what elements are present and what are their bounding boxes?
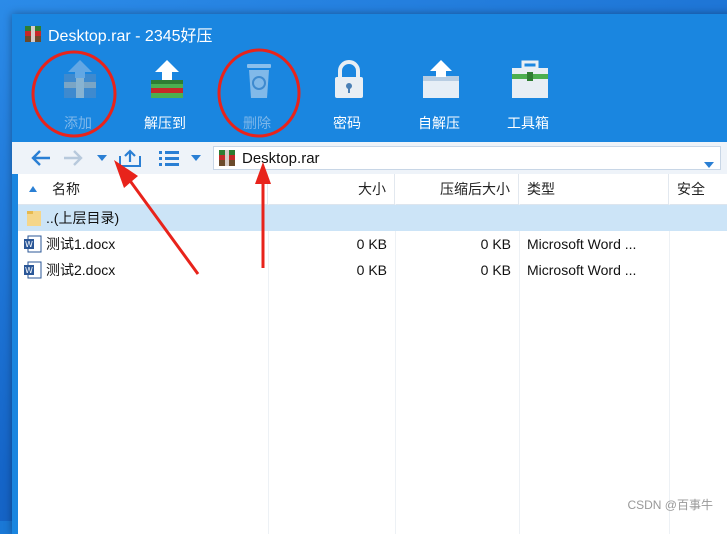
file-packed-size: 0 KB bbox=[480, 262, 511, 278]
self-extract-button[interactable]: 自解压 bbox=[399, 54, 479, 140]
view-list-icon bbox=[159, 151, 179, 166]
column-name[interactable]: 名称 bbox=[18, 174, 268, 204]
password-button[interactable]: 密码 bbox=[307, 54, 387, 140]
word-doc-icon: W bbox=[24, 235, 44, 253]
file-size: 0 KB bbox=[356, 236, 387, 252]
forward-icon bbox=[64, 150, 83, 166]
column-security[interactable]: 安全 bbox=[669, 174, 727, 204]
dropdown-icon bbox=[191, 155, 201, 161]
delete-button[interactable]: 删除 bbox=[217, 54, 297, 140]
toolbar-label: 解压到 bbox=[144, 115, 186, 131]
toolbar-label: 添加 bbox=[64, 115, 92, 131]
column-label: 压缩后大小 bbox=[440, 181, 510, 197]
add-button[interactable]: 添加 bbox=[38, 54, 118, 140]
watermark: CSDN @百事牛 bbox=[627, 498, 713, 512]
column-packed-size[interactable]: 压缩后大小 bbox=[395, 174, 519, 204]
table-row[interactable]: W 测试2.docx 0 KB 0 KB Microsoft Word ... bbox=[18, 257, 727, 283]
archive-icon bbox=[218, 149, 236, 167]
extract-icon bbox=[145, 58, 189, 102]
address-bar: Desktop.rar bbox=[12, 142, 727, 174]
svg-text:W: W bbox=[25, 240, 33, 249]
column-size[interactable]: 大小 bbox=[268, 174, 395, 204]
word-doc-icon: W bbox=[24, 261, 44, 279]
path-text: Desktop.rar bbox=[242, 149, 320, 167]
extract-to-button[interactable]: 解压到 bbox=[125, 54, 205, 140]
view-mode-dropdown[interactable] bbox=[188, 146, 204, 170]
toolbar-label: 工具箱 bbox=[507, 115, 549, 131]
window-title: Desktop.rar - 2345好压 bbox=[48, 28, 213, 45]
file-list-header: 名称 大小 压缩后大小 类型 安全 bbox=[18, 174, 727, 205]
toolbar-label: 删除 bbox=[243, 115, 271, 131]
forward-button[interactable] bbox=[60, 146, 86, 170]
add-archive-icon bbox=[58, 58, 102, 102]
up-folder-button[interactable] bbox=[116, 146, 144, 170]
self-extract-icon bbox=[419, 58, 463, 102]
toolbox-icon bbox=[508, 58, 552, 102]
view-mode-button[interactable] bbox=[156, 146, 182, 170]
column-label: 安全 bbox=[677, 181, 705, 197]
up-folder-icon bbox=[119, 149, 141, 167]
column-label: 大小 bbox=[358, 181, 386, 197]
toolbar-label: 自解压 bbox=[418, 115, 460, 131]
file-type: Microsoft Word ... bbox=[527, 262, 637, 278]
file-list: 名称 大小 压缩后大小 类型 安全 ..(上层目录) W 测试1.docx 0 … bbox=[18, 174, 727, 534]
title-bar: Desktop.rar - 2345好压 bbox=[12, 14, 727, 54]
toolbar-label: 密码 bbox=[333, 115, 361, 131]
svg-text:W: W bbox=[25, 266, 33, 275]
file-name: 测试1.docx bbox=[46, 236, 116, 252]
column-label: 名称 bbox=[52, 181, 80, 197]
back-icon bbox=[31, 150, 50, 166]
dropdown-icon bbox=[97, 155, 107, 161]
history-dropdown[interactable] bbox=[94, 146, 110, 170]
file-type: Microsoft Word ... bbox=[527, 236, 637, 252]
column-label: 类型 bbox=[527, 181, 555, 197]
file-packed-size: 0 KB bbox=[480, 236, 511, 252]
table-row[interactable]: W 测试1.docx 0 KB 0 KB Microsoft Word ... bbox=[18, 231, 727, 257]
archive-app-icon bbox=[24, 25, 42, 43]
folder-icon bbox=[26, 209, 44, 227]
file-name: 测试2.docx bbox=[46, 262, 116, 278]
path-dropdown[interactable] bbox=[704, 154, 714, 173]
file-name: ..(上层目录) bbox=[46, 210, 120, 226]
toolbox-button[interactable]: 工具箱 bbox=[488, 54, 568, 140]
archive-window: Desktop.rar - 2345好压 添加 解压到 删除 密码 自解压 工具… bbox=[12, 14, 727, 534]
toolbar: 添加 解压到 删除 密码 自解压 工具箱 bbox=[12, 54, 727, 140]
file-size: 0 KB bbox=[356, 262, 387, 278]
column-type[interactable]: 类型 bbox=[519, 174, 669, 204]
back-button[interactable] bbox=[28, 146, 54, 170]
chevron-down-icon bbox=[704, 162, 714, 168]
path-field[interactable]: Desktop.rar bbox=[213, 146, 721, 170]
table-row[interactable]: ..(上层目录) bbox=[18, 205, 727, 231]
lock-icon bbox=[327, 58, 371, 102]
recycle-bin-icon bbox=[237, 58, 281, 102]
